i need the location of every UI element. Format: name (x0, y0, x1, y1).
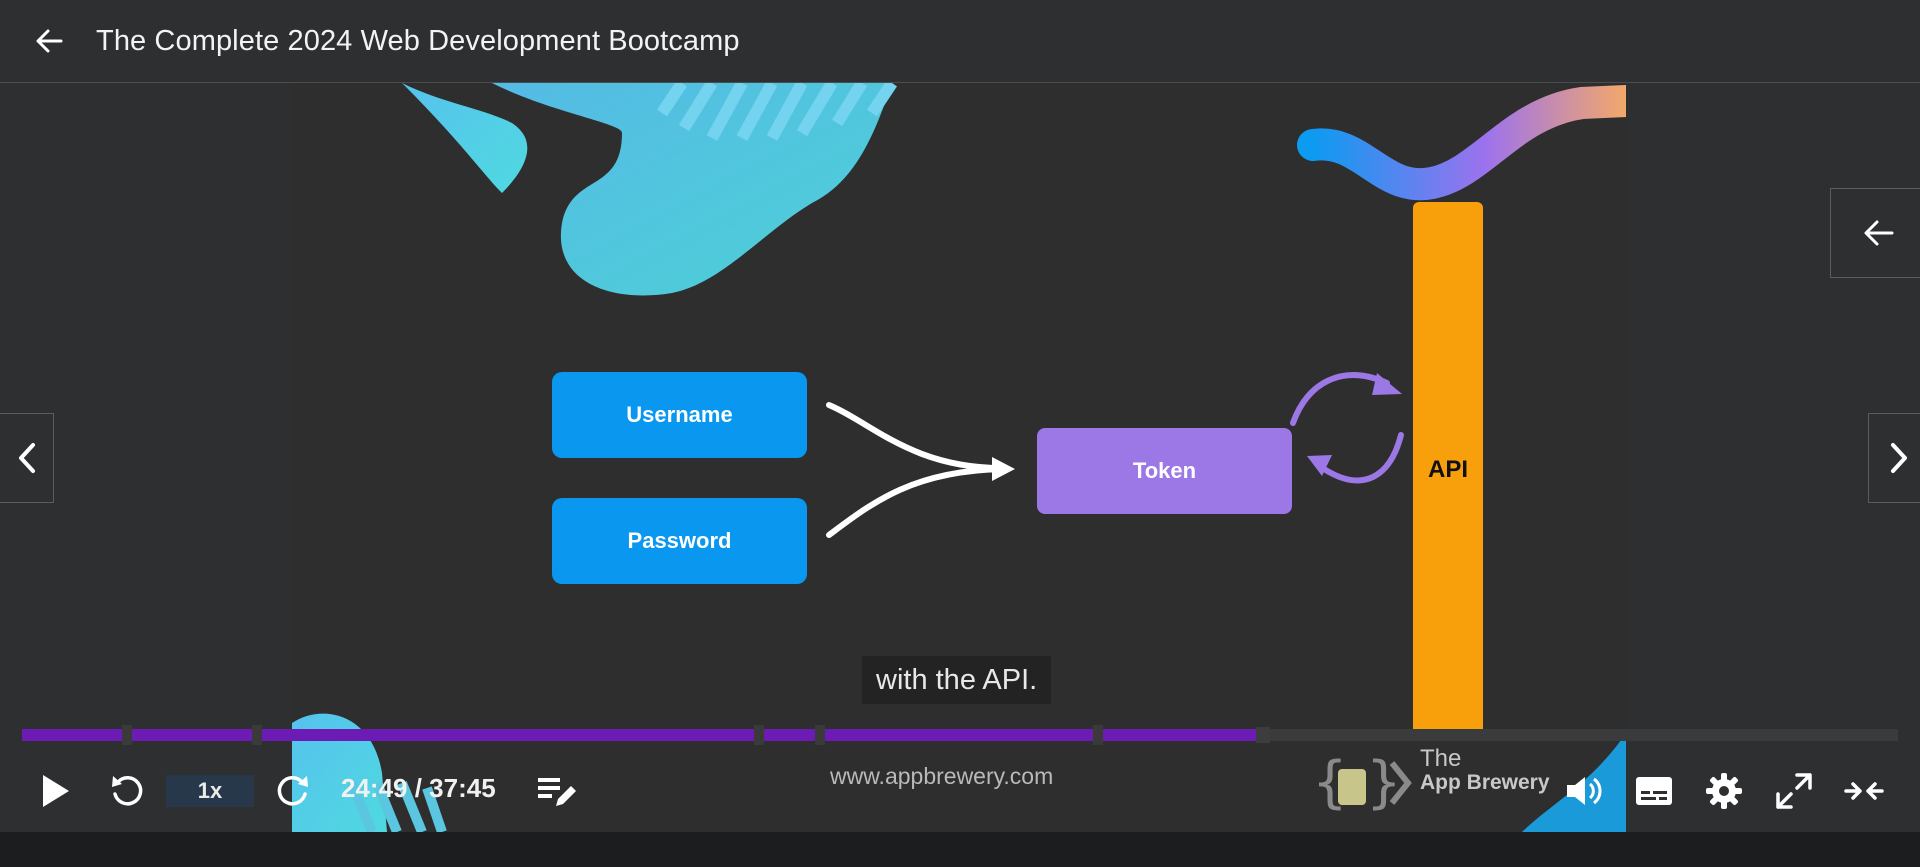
open-sidebar-button[interactable] (1830, 188, 1920, 278)
course-title: The Complete 2024 Web Development Bootca… (96, 24, 740, 57)
bottom-strip (0, 833, 1920, 867)
captions-icon (1636, 777, 1672, 805)
rewind-5-icon (112, 776, 143, 806)
previous-lecture-button[interactable] (0, 413, 54, 503)
add-note-button[interactable] (535, 769, 579, 813)
exit-theater-mode-button[interactable] (1842, 769, 1886, 813)
volume-icon (1567, 777, 1602, 805)
control-bar: 1x 24:49 / 37:45 www.appbrewery.com { } (0, 745, 1920, 832)
arrow-left-icon (1864, 220, 1894, 246)
app-brewery-logo: { } The App Brewery (1312, 745, 1572, 825)
add-note-icon (538, 778, 576, 806)
arrow-left-icon (36, 29, 63, 53)
username-box: Username (552, 372, 807, 458)
rewind-button[interactable] (105, 769, 149, 813)
chapter-marker (122, 725, 132, 745)
back-button[interactable] (20, 12, 78, 70)
top-bar: The Complete 2024 Web Development Bootca… (0, 0, 1920, 83)
collapse-icon (1844, 782, 1884, 800)
forward-button[interactable] (271, 769, 315, 813)
video-player[interactable]: Username Password Token API with the API… (0, 83, 1920, 832)
settings-button[interactable] (1702, 769, 1746, 813)
captions-button[interactable] (1632, 769, 1676, 813)
chevron-right-icon (1891, 443, 1907, 473)
chapter-marker (1093, 725, 1103, 745)
progress-bar[interactable] (22, 725, 1898, 745)
api-bar: API (1413, 202, 1483, 737)
chapter-marker (252, 725, 262, 745)
forward-5-icon (277, 776, 308, 806)
watermark-url: www.appbrewery.com (830, 763, 1054, 789)
gear-icon (1706, 773, 1742, 809)
brewery-logo-icon: { } (1312, 750, 1412, 815)
expand-icon (1776, 773, 1812, 809)
progress-fill (22, 729, 1261, 741)
next-lecture-button[interactable] (1868, 413, 1920, 503)
token-box: Token (1037, 428, 1292, 514)
video-caption: with the API. (862, 656, 1052, 704)
time-display: 24:49 / 37:45 (341, 773, 496, 803)
playback-speed-button[interactable]: 1x (166, 775, 254, 807)
chapter-marker (815, 725, 825, 745)
brand-line-1: The (1420, 745, 1462, 772)
video-frame[interactable]: Username Password Token API with the API… (292, 83, 1626, 832)
password-box: Password (552, 498, 807, 584)
play-button[interactable] (34, 769, 76, 813)
volume-button[interactable] (1562, 769, 1606, 813)
progress-handle[interactable] (1256, 727, 1271, 743)
svg-text:}: } (1366, 750, 1402, 815)
chapter-marker (754, 725, 764, 745)
chevron-left-icon (18, 443, 35, 473)
fullscreen-button[interactable] (1772, 769, 1816, 813)
play-icon (43, 775, 69, 807)
brand-line-2: App Brewery (1420, 771, 1550, 794)
